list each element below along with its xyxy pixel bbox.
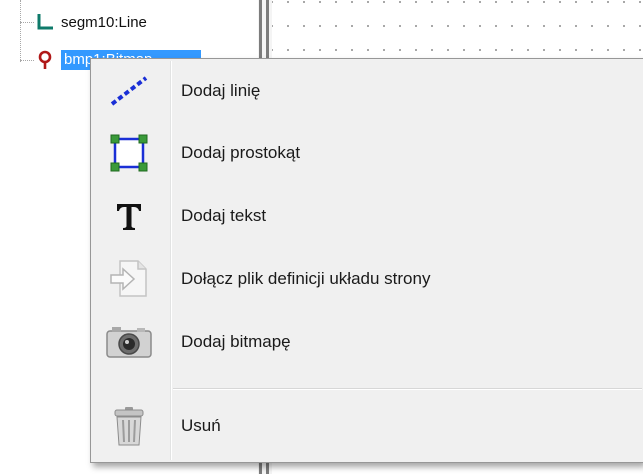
menu-item-label: Dołącz plik definicji układu strony <box>181 269 431 288</box>
pin-icon <box>34 49 56 71</box>
menu-item-attach-layout-file[interactable]: Dołącz plik definicji układu strony <box>93 248 642 310</box>
attach-file-icon <box>93 248 165 310</box>
line-segment-icon <box>34 11 56 33</box>
menu-item-add-rectangle[interactable]: Dodaj prostokąt <box>93 122 642 184</box>
tree-guide-line <box>20 0 21 62</box>
tree-guide-line <box>20 22 34 23</box>
menu-item-label: Dodaj linię <box>181 81 261 100</box>
menu-item-add-line[interactable]: Dodaj linię <box>93 60 642 122</box>
camera-icon <box>93 311 165 373</box>
rectangle-icon <box>93 122 165 184</box>
menu-item-delete[interactable]: Usuń <box>93 395 642 457</box>
tree-guide-line <box>20 60 34 61</box>
menu-item-add-text[interactable]: Dodaj tekst <box>93 185 642 247</box>
tree-node-segm10[interactable]: segm10:Line <box>34 11 147 33</box>
menu-separator <box>173 388 642 390</box>
text-icon <box>93 185 165 247</box>
context-menu: Dodaj linię Dodaj prostokąt Dodaj tekst <box>90 58 643 463</box>
trash-icon <box>93 395 165 457</box>
menu-item-label: Dodaj tekst <box>181 206 267 225</box>
line-icon <box>93 60 165 122</box>
menu-item-label: Usuń <box>181 416 221 435</box>
menu-item-label: Dodaj prostokąt <box>181 143 301 162</box>
menu-item-add-bitmap[interactable]: Dodaj bitmapę <box>93 311 642 373</box>
menu-item-label: Dodaj bitmapę <box>181 332 291 351</box>
tree-node-label: segm10:Line <box>61 13 147 31</box>
